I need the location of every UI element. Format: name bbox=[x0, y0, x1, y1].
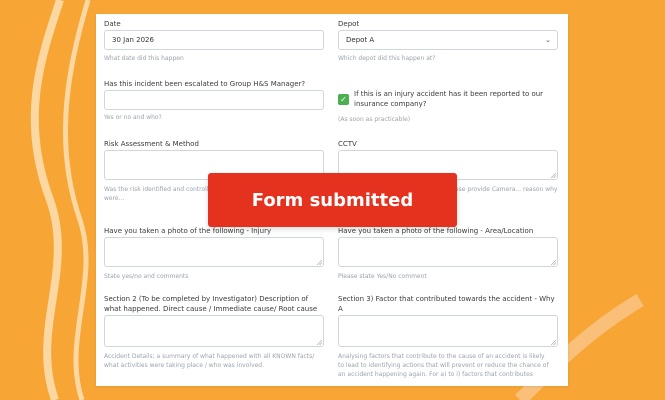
section2-label-line2: what happened. Direct cause / Immediate … bbox=[104, 304, 318, 313]
date-label: Date bbox=[104, 20, 121, 28]
insurance-help: (As soon as practicable) bbox=[338, 116, 411, 123]
section3-help-line2: to lead to identifying actions that will… bbox=[338, 362, 549, 369]
depot-select[interactable]: Depot A ⌄ bbox=[338, 30, 558, 50]
section2-help-line2: what activities were taking place / who … bbox=[104, 362, 265, 369]
cctv-label: CCTV bbox=[338, 140, 357, 148]
section2-label-line1: Section 2 (To be completed by Investigat… bbox=[104, 295, 309, 303]
section3-help-line1: Analysing factors that contribute to the… bbox=[338, 353, 545, 360]
insurance-checkbox[interactable]: ✓ bbox=[338, 94, 349, 105]
resize-handle-icon[interactable] bbox=[551, 260, 556, 265]
resize-handle-icon[interactable] bbox=[317, 260, 322, 265]
section3-textarea[interactable] bbox=[338, 315, 558, 347]
section2-help-line1: Accident Details; a summary of what happ… bbox=[104, 353, 315, 360]
section3-help-line3: an accident happening again. For a) to i… bbox=[338, 371, 533, 378]
photo-area-label: Have you taken a photo of the following … bbox=[338, 227, 534, 235]
photo-area-help: Please state Yes/No comment bbox=[338, 273, 427, 280]
photo-area-textarea[interactable] bbox=[338, 237, 558, 267]
escalated-field[interactable] bbox=[104, 90, 324, 110]
resize-handle-icon[interactable] bbox=[551, 173, 556, 178]
escalated-label: Has this incident been escalated to Grou… bbox=[104, 80, 306, 88]
section3-help: Analysing factors that contribute to the… bbox=[338, 352, 566, 379]
form-submitted-toast: Form submitted bbox=[208, 173, 457, 227]
toast-message: Form submitted bbox=[251, 189, 414, 211]
date-help: What date did this happen bbox=[104, 55, 184, 62]
section3-label-line1: Section 3) Factor that contributed towar… bbox=[338, 295, 555, 303]
checkmark-icon: ✓ bbox=[340, 95, 347, 104]
date-field[interactable]: 30 Jan 2026 bbox=[104, 30, 324, 50]
resize-handle-icon[interactable] bbox=[317, 340, 322, 345]
section3-label: Section 3) Factor that contributed towar… bbox=[338, 295, 566, 314]
risk-label: Risk Assessment & Method bbox=[104, 140, 199, 148]
depot-help: Which depot did this happen at? bbox=[338, 55, 436, 62]
section2-textarea[interactable] bbox=[104, 315, 324, 347]
photo-injury-help: State yes/no and comments bbox=[104, 273, 189, 280]
chevron-down-icon: ⌄ bbox=[545, 36, 551, 44]
photo-injury-textarea[interactable] bbox=[104, 237, 324, 267]
depot-label: Depot bbox=[338, 20, 360, 28]
section2-label: Section 2 (To be completed by Investigat… bbox=[104, 295, 332, 314]
resize-handle-icon[interactable] bbox=[551, 340, 556, 345]
section3-label-line2: A bbox=[338, 304, 343, 313]
depot-value: Depot A bbox=[346, 36, 375, 44]
insurance-label: If this is an injury accident has it bee… bbox=[354, 90, 544, 108]
date-value: 30 Jan 2026 bbox=[112, 36, 154, 44]
photo-injury-label: Have you taken a photo of the following … bbox=[104, 227, 272, 235]
escalated-help: Yes or no and who? bbox=[104, 114, 162, 121]
section2-help: Accident Details; a summary of what happ… bbox=[104, 352, 332, 370]
